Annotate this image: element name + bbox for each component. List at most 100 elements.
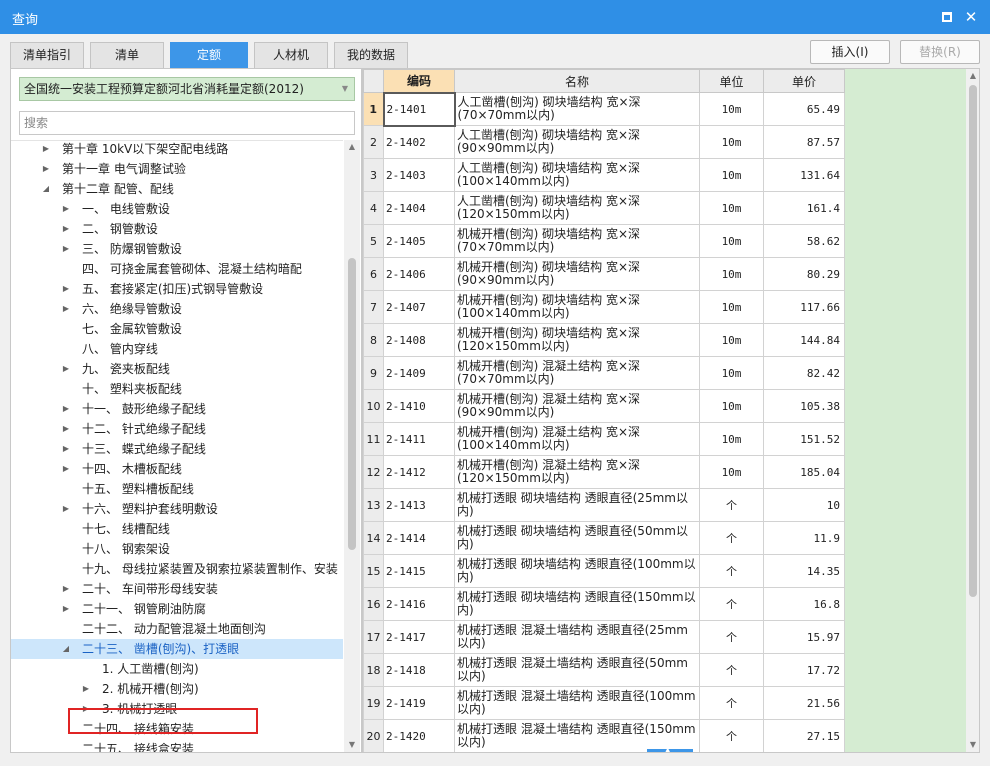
- cell-unit[interactable]: 个: [699, 686, 764, 720]
- expand-arrow-icon[interactable]: ▶: [80, 699, 92, 719]
- expand-arrow-icon[interactable]: ▶: [60, 239, 72, 259]
- column-header-name[interactable]: 名称: [454, 69, 700, 93]
- tree-item[interactable]: ▶ 第十章 10kV以下架空配电线路: [11, 141, 343, 159]
- cell-name[interactable]: 人工凿槽(刨沟) 砌块墙结构 宽×深(120×150mm以内): [454, 191, 700, 225]
- tree-scrollbar[interactable]: ▲ ▼: [344, 140, 360, 752]
- cell-code[interactable]: 2-1410: [383, 389, 455, 423]
- cell-name[interactable]: 机械开槽(刨沟) 砌块墙结构 宽×深(100×140mm以内): [454, 290, 700, 324]
- tab-list[interactable]: 清单: [90, 42, 164, 68]
- cell-code[interactable]: 2-1420: [383, 719, 455, 752]
- cell-price[interactable]: 131.64: [763, 158, 845, 192]
- cell-code[interactable]: 2-1418: [383, 653, 455, 687]
- row-number[interactable]: 18: [363, 653, 384, 687]
- table-row[interactable]: 20 2-1420 机械打透眼 混凝土墙结构 透眼直径(150mm以内) 个 27.15: [363, 719, 845, 752]
- row-number[interactable]: 9: [363, 356, 384, 390]
- tree-item[interactable]: ▶ 十三、 蝶式绝缘子配线: [11, 439, 343, 459]
- tree-item[interactable]: 十七、 线槽配线: [11, 519, 343, 539]
- table-row[interactable]: 4 2-1404 人工凿槽(刨沟) 砌块墙结构 宽×深(120×150mm以内) 10…: [363, 191, 845, 225]
- search-input[interactable]: [19, 111, 355, 135]
- cell-price[interactable]: 151.52: [763, 422, 845, 456]
- collapse-arrow-icon[interactable]: ◢: [60, 639, 72, 659]
- cell-name[interactable]: 机械打透眼 混凝土墙结构 透眼直径(50mm以内): [454, 653, 700, 687]
- tree-item[interactable]: ▶ 十四、 木槽板配线: [11, 459, 343, 479]
- cell-name[interactable]: 机械开槽(刨沟) 砌块墙结构 宽×深(90×90mm以内): [454, 257, 700, 291]
- cell-code[interactable]: 2-1416: [383, 587, 455, 621]
- table-row[interactable]: 1 2-1401 人工凿槽(刨沟) 砌块墙结构 宽×深(70×70mm以内) 10m 6…: [363, 91, 845, 127]
- row-number[interactable]: 11: [363, 422, 384, 456]
- expand-arrow-icon[interactable]: ▶: [60, 599, 72, 619]
- cell-code[interactable]: 2-1411: [383, 422, 455, 456]
- cell-code[interactable]: 2-1402: [383, 125, 455, 159]
- cell-unit[interactable]: 个: [699, 587, 764, 621]
- cell-unit[interactable]: 个: [699, 488, 764, 522]
- cell-price[interactable]: 10: [763, 488, 845, 522]
- tree-item[interactable]: ◢ 二十三、 凿槽(刨沟)、打透眼: [11, 639, 343, 659]
- row-number[interactable]: 4: [363, 191, 384, 225]
- replace-button[interactable]: 替换(R): [900, 40, 980, 64]
- expand-arrow-icon[interactable]: ▶: [60, 459, 72, 479]
- tree-item[interactable]: 四、 可挠金属套管砌体、混凝土结构暗配: [11, 259, 343, 279]
- tree-item[interactable]: 二十五、 接线盒安装: [11, 739, 343, 752]
- cell-unit[interactable]: 10m: [699, 422, 764, 456]
- table-row[interactable]: 14 2-1414 机械打透眼 砌块墙结构 透眼直径(50mm以内) 个 11.9: [363, 521, 845, 555]
- cell-price[interactable]: 161.4: [763, 191, 845, 225]
- cell-unit[interactable]: 10m: [699, 191, 764, 225]
- row-number[interactable]: 8: [363, 323, 384, 357]
- tree-item[interactable]: 1. 人工凿槽(刨沟): [11, 659, 343, 679]
- cell-name[interactable]: 机械开槽(刨沟) 砌块墙结构 宽×深(120×150mm以内): [454, 323, 700, 357]
- cell-unit[interactable]: 10m: [699, 158, 764, 192]
- row-number[interactable]: 16: [363, 587, 384, 621]
- tree-item[interactable]: ▶ 九、 瓷夹板配线: [11, 359, 343, 379]
- column-header-price[interactable]: 单价: [763, 69, 845, 93]
- cell-price[interactable]: 17.72: [763, 653, 845, 687]
- cell-unit[interactable]: 10m: [699, 92, 764, 126]
- cell-code[interactable]: 2-1414: [383, 521, 455, 555]
- cell-code[interactable]: 2-1409: [383, 356, 455, 390]
- cell-name[interactable]: 人工凿槽(刨沟) 砌块墙结构 宽×深(90×90mm以内): [454, 125, 700, 159]
- collapse-arrow-icon[interactable]: ◢: [40, 179, 52, 199]
- cell-price[interactable]: 82.42: [763, 356, 845, 390]
- cell-name[interactable]: 机械开槽(刨沟) 混凝土结构 宽×深(120×150mm以内): [454, 455, 700, 489]
- cell-name[interactable]: 机械开槽(刨沟) 混凝土结构 宽×深(100×140mm以内): [454, 422, 700, 456]
- cell-price[interactable]: 105.38: [763, 389, 845, 423]
- tree-item[interactable]: ▶ 十六、 塑料护套线明敷设: [11, 499, 343, 519]
- cell-code[interactable]: 2-1417: [383, 620, 455, 654]
- cell-name[interactable]: 机械开槽(刨沟) 砌块墙结构 宽×深(70×70mm以内): [454, 224, 700, 258]
- cell-code[interactable]: 2-1407: [383, 290, 455, 324]
- expand-arrow-icon[interactable]: ▶: [60, 419, 72, 439]
- cell-price[interactable]: 185.04: [763, 455, 845, 489]
- cell-unit[interactable]: 10m: [699, 257, 764, 291]
- expand-arrow-icon[interactable]: ▶: [40, 141, 52, 159]
- table-row[interactable]: 9 2-1409 机械开槽(刨沟) 混凝土结构 宽×深(70×70mm以内) 10m 8…: [363, 356, 845, 390]
- cell-price[interactable]: 21.56: [763, 686, 845, 720]
- tree-item[interactable]: ▶ 六、 绝缘导管敷设: [11, 299, 343, 319]
- tree-item[interactable]: ▶ 二、 钢管敷设: [11, 219, 343, 239]
- cell-price[interactable]: 14.35: [763, 554, 845, 588]
- table-row[interactable]: 19 2-1419 机械打透眼 混凝土墙结构 透眼直径(100mm以内) 个 21.56: [363, 686, 845, 720]
- cell-code[interactable]: 2-1415: [383, 554, 455, 588]
- tree-item[interactable]: ▶ 十二、 针式绝缘子配线: [11, 419, 343, 439]
- row-number[interactable]: 7: [363, 290, 384, 324]
- row-number[interactable]: 15: [363, 554, 384, 588]
- expand-arrow-icon[interactable]: ▶: [40, 159, 52, 179]
- grid-scroll-up-icon[interactable]: ▲: [966, 71, 979, 80]
- table-row[interactable]: 15 2-1415 机械打透眼 砌块墙结构 透眼直径(100mm以内) 个 14.35: [363, 554, 845, 588]
- row-number[interactable]: 12: [363, 455, 384, 489]
- cell-code[interactable]: 2-1406: [383, 257, 455, 291]
- cell-unit[interactable]: 个: [699, 521, 764, 555]
- table-row[interactable]: 11 2-1411 机械开槽(刨沟) 混凝土结构 宽×深(100×140mm以内) 1…: [363, 422, 845, 456]
- expand-arrow-icon[interactable]: ▶: [60, 279, 72, 299]
- table-row[interactable]: 13 2-1413 机械打透眼 砌块墙结构 透眼直径(25mm以内) 个 10: [363, 488, 845, 522]
- cell-price[interactable]: 11.9: [763, 521, 845, 555]
- tree-item[interactable]: ▶ 十一、 鼓形绝缘子配线: [11, 399, 343, 419]
- cell-name[interactable]: 机械打透眼 混凝土墙结构 透眼直径(25mm以内): [454, 620, 700, 654]
- cell-name[interactable]: 机械打透眼 混凝土墙结构 透眼直径(100mm以内): [454, 686, 700, 720]
- tree-item[interactable]: ▶ 3. 机械打透眼: [11, 699, 343, 719]
- expand-arrow-icon[interactable]: ▶: [60, 359, 72, 379]
- cell-unit[interactable]: 个: [699, 620, 764, 654]
- column-header-unit[interactable]: 单位: [699, 69, 764, 93]
- tree-item[interactable]: 八、 管内穿线: [11, 339, 343, 359]
- tree-item[interactable]: 二十四、 接线箱安装: [11, 719, 343, 739]
- cell-code[interactable]: 2-1412: [383, 455, 455, 489]
- row-number[interactable]: 14: [363, 521, 384, 555]
